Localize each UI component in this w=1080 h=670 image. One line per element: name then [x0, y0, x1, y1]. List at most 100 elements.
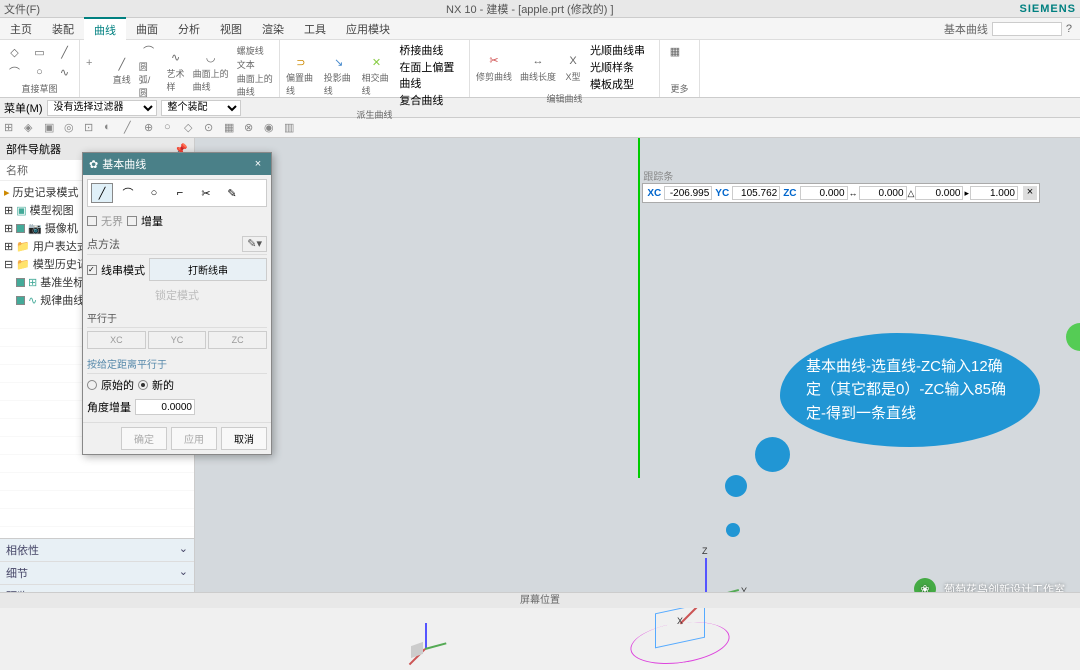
point-icon[interactable]: +	[86, 57, 105, 85]
angle-incr-input[interactable]	[135, 399, 195, 415]
scale-input[interactable]	[970, 186, 1018, 200]
trim-icon[interactable]: ✂	[485, 52, 503, 70]
sel-icon-10[interactable]: ◇	[184, 121, 198, 135]
new-radio[interactable]	[138, 380, 148, 390]
new-label: 新的	[152, 377, 174, 393]
sel-icon-1[interactable]: ⊞	[4, 121, 18, 135]
more-icon[interactable]: ▦	[666, 42, 684, 60]
line-icon[interactable]: ╱	[56, 43, 73, 61]
helix-btn[interactable]: 螺旋线	[237, 44, 273, 57]
fillet-tool[interactable]: ⌐	[169, 183, 191, 203]
line2-icon[interactable]: ╱	[113, 55, 131, 73]
sel-icon-6[interactable]: ◐	[104, 121, 118, 135]
studio-icon[interactable]: ∿	[167, 49, 185, 67]
xform-icon[interactable]: X	[564, 52, 582, 70]
ok-button[interactable]: 确定	[121, 427, 167, 450]
menu-label[interactable]: 菜单(M)	[4, 100, 43, 116]
annotation-bubble: 基本曲线-选直线-ZC输入12确定（其它都是0）-ZC输入85确定-得到一条直线	[780, 333, 1040, 447]
sel-icon-7[interactable]: ╱	[124, 121, 138, 135]
tab-home[interactable]: 主页	[0, 18, 42, 40]
sel-icon-15[interactable]: ▥	[284, 121, 298, 135]
text-btn[interactable]: 文本	[237, 58, 273, 71]
sketch-icon[interactable]: ◇	[6, 43, 23, 61]
original-radio[interactable]	[87, 380, 97, 390]
tab-analysis[interactable]: 分析	[168, 18, 210, 40]
dist-input[interactable]	[859, 186, 907, 200]
spline-icon[interactable]: ∿	[56, 63, 73, 81]
trim-tool[interactable]: ✂	[195, 183, 217, 203]
smoothsp-btn[interactable]: 光顺样条	[590, 59, 645, 75]
project-icon[interactable]: ↘	[330, 53, 348, 71]
point-method-label: 点方法	[87, 236, 120, 252]
point-method-dropdown[interactable]: ✎▾	[242, 236, 267, 252]
sel-icon-8[interactable]: ⊕	[144, 121, 158, 135]
gear-icon: ✿	[89, 158, 98, 171]
sel-icon-12[interactable]: ▦	[224, 121, 238, 135]
parallel-label: 平行于	[87, 306, 267, 328]
line-tool[interactable]: ╱	[91, 183, 113, 203]
parallel-xc-button[interactable]: XC	[87, 331, 146, 349]
sel-icon-14[interactable]: ◉	[264, 121, 278, 135]
arc2-icon[interactable]: ⌒	[140, 42, 158, 60]
tab-view[interactable]: 视图	[210, 18, 252, 40]
zc-input[interactable]	[800, 186, 848, 200]
sel-icon-11[interactable]: ⊙	[204, 121, 218, 135]
xc-input[interactable]	[664, 186, 712, 200]
dialog-close-icon[interactable]: ×	[251, 158, 265, 170]
surfcurve-icon[interactable]: ◡	[202, 49, 220, 67]
linemode-check[interactable]	[87, 265, 97, 275]
arc-icon[interactable]: ⌒	[6, 63, 23, 81]
more-label: 更多	[666, 82, 693, 95]
tab-surface[interactable]: 曲面	[126, 18, 168, 40]
offsetface-btn[interactable]: 在面上偏置曲线	[399, 59, 463, 91]
bridge-btn[interactable]: 桥接曲线	[399, 42, 463, 58]
help-icon[interactable]: ?	[1066, 23, 1072, 35]
filter-select-1[interactable]: 没有选择过滤器	[47, 100, 157, 116]
filter-select-2[interactable]: 整个装配	[161, 100, 241, 116]
parallel-yc-button[interactable]: YC	[148, 331, 207, 349]
break-line-button[interactable]: 打断线串	[149, 258, 267, 281]
btab-dependency[interactable]: 相依性⌄	[0, 539, 194, 562]
tracking-close-icon[interactable]: ×	[1023, 186, 1037, 200]
sel-icon-13[interactable]: ⊗	[244, 121, 258, 135]
cmd-search-input[interactable]	[992, 22, 1062, 36]
increment-check[interactable]	[127, 216, 137, 226]
sel-icon-4[interactable]: ◎	[64, 121, 78, 135]
circle-tool[interactable]: ○	[143, 183, 165, 203]
rect-icon[interactable]: ▭	[31, 43, 48, 61]
apply-button[interactable]: 应用	[171, 427, 217, 450]
sel-icon-3[interactable]: ▣	[44, 121, 58, 135]
template-btn[interactable]: 模板成型	[590, 76, 645, 92]
sel-icon-5[interactable]: ⊡	[84, 121, 98, 135]
tab-assembly[interactable]: 装配	[42, 18, 84, 40]
arc-tool[interactable]: ⌒	[117, 183, 139, 203]
file-menu[interactable]: 文件(F)	[4, 1, 40, 17]
tab-tools[interactable]: 工具	[294, 18, 336, 40]
sel-icon-2[interactable]: ◈	[24, 121, 38, 135]
offset-icon[interactable]: ⊃	[292, 53, 310, 71]
cancel-button[interactable]: 取消	[221, 427, 267, 450]
angle-input[interactable]	[915, 186, 963, 200]
length-icon[interactable]: ↔	[529, 52, 547, 70]
tab-curve[interactable]: 曲线	[84, 17, 126, 41]
tracking-bar: 跟踪条 XC YC ZC ↔ △ ▸ ×	[642, 183, 1040, 203]
smooth-btn[interactable]: 光顺曲线串	[590, 42, 645, 58]
circle-icon[interactable]: ○	[31, 63, 48, 81]
btab-detail[interactable]: 细节⌄	[0, 562, 194, 585]
parallel-zc-button[interactable]: ZC	[208, 331, 267, 349]
unbounded-check[interactable]	[87, 216, 97, 226]
3d-viewport[interactable]: Z Y X 跟踪条 XC YC ZC ↔ △ ▸	[195, 138, 1080, 608]
scale-icon: ▸	[964, 188, 969, 199]
tab-render[interactable]: 渲染	[252, 18, 294, 40]
edit-tool[interactable]: ✎	[221, 183, 243, 203]
dist-icon: ↔	[849, 188, 858, 198]
sel-icon-9[interactable]: ○	[164, 121, 178, 135]
angle-incr-label: 角度增量	[87, 399, 131, 415]
surf-btn[interactable]: 曲面上的曲线	[237, 72, 273, 98]
zc-label: ZC	[781, 188, 798, 199]
side-handle[interactable]	[1066, 323, 1080, 351]
intersect-icon[interactable]: ✕	[367, 53, 385, 71]
composite-btn[interactable]: 复合曲线	[399, 92, 463, 108]
tab-apps[interactable]: 应用模块	[336, 18, 400, 40]
yc-input[interactable]	[732, 186, 780, 200]
